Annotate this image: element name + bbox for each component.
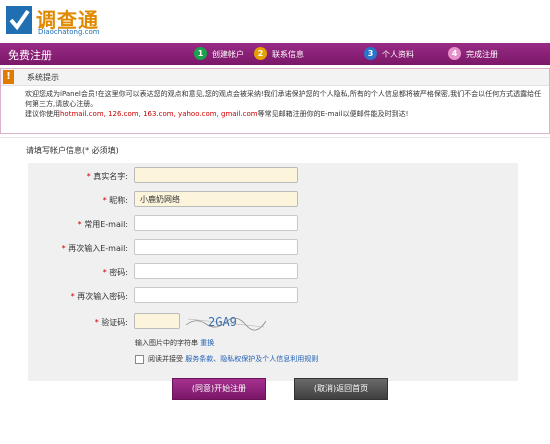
field-real-name: * 真实名字:: [28, 165, 518, 187]
step-number: 2: [254, 47, 267, 60]
header-bar: 免费注册 1 创建帐户 2 联系信息 3 个人资料 4 完成注册: [0, 43, 550, 65]
real-name-input[interactable]: [134, 167, 298, 183]
field-label: * 真实名字:: [86, 172, 128, 181]
cancel-button[interactable]: (取消)返回首页: [294, 378, 388, 400]
step-number: 4: [448, 47, 461, 60]
field-label: * 再次输入密码:: [70, 292, 128, 301]
field-label: * 常用E-mail:: [77, 220, 128, 229]
field-email: * 常用E-mail:: [28, 213, 518, 235]
captcha-refresh-hint: 输入图片中的字符串 重换: [135, 339, 215, 347]
step-label: 完成注册: [466, 50, 498, 59]
divider: [0, 137, 550, 138]
field-label: * 验证码:: [94, 318, 128, 327]
captcha-image: 2GA9: [186, 315, 266, 331]
page-title: 免费注册: [8, 49, 52, 62]
system-notice: ! 系统提示 欢迎您成为iPanel会员!在这里你可以表达您的观点和意见,您的观…: [0, 68, 550, 134]
captcha-refresh-link[interactable]: 重换: [200, 339, 214, 347]
notice-text: 欢迎您成为iPanel会员!在这里你可以表达您的观点和意见,您的观点会被采纳!我…: [25, 89, 545, 119]
password-input[interactable]: [134, 263, 298, 279]
field-label: * 昵称:: [102, 196, 128, 205]
logo-domain: Diaochatong.com: [38, 28, 100, 36]
notice-suggestion-suffix: 等常见邮箱注册你的E-mail以便邮件能及时到达!: [257, 110, 409, 118]
notice-suggestion-prefix: 建议你使用: [25, 110, 60, 118]
field-captcha: * 验证码: 2GA9: [28, 311, 518, 333]
registration-form: * 真实名字: * 昵称: 小鹿奶网络 * 常用E-mail: * 再次输入E-…: [28, 163, 518, 381]
step-label: 联系信息: [272, 50, 304, 59]
logo[interactable]: 调查通 Diaochatong.com: [6, 4, 146, 38]
notice-email-list: hotmail.com, 126.com, 163.com, yahoo.com…: [60, 110, 258, 118]
step-number: 3: [364, 47, 377, 60]
captcha-text: 2GA9: [208, 315, 237, 329]
password-confirm-input[interactable]: [134, 287, 298, 303]
agree-text: 阅读并接受: [148, 355, 183, 363]
warning-icon: !: [3, 70, 14, 84]
field-password: * 密码:: [28, 261, 518, 283]
email-input[interactable]: [134, 215, 298, 231]
terms-link[interactable]: 服务条款、隐私权保护及个人信息利用规则: [185, 355, 318, 363]
notice-email-suggestion: 建议你使用hotmail.com, 126.com, 163.com, yaho…: [25, 109, 545, 119]
step-number: 1: [194, 47, 207, 60]
field-email-confirm: * 再次输入E-mail:: [28, 237, 518, 259]
nickname-input[interactable]: 小鹿奶网络: [134, 191, 298, 207]
captcha-input[interactable]: [134, 313, 180, 329]
field-nickname: * 昵称: 小鹿奶网络: [28, 189, 518, 211]
form-section-title: 请填写帐户信息(* 必须填): [26, 146, 119, 155]
agreement: 阅读并接受 服务条款、隐私权保护及个人信息利用规则: [135, 354, 318, 364]
agree-checkbox[interactable]: [135, 354, 144, 364]
step-label: 个人资料: [382, 50, 414, 59]
email-confirm-input[interactable]: [134, 239, 298, 255]
step-label: 创建帐户: [212, 50, 244, 59]
notice-title: 系统提示: [27, 73, 59, 82]
field-password-confirm: * 再次输入密码:: [28, 285, 518, 307]
notice-main-text: 欢迎您成为iPanel会员!在这里你可以表达您的观点和意见,您的观点会被采纳!我…: [25, 90, 542, 108]
register-button[interactable]: (同意)开始注册: [172, 378, 266, 400]
logo-check-icon: [6, 6, 32, 34]
notice-header: ! 系统提示: [1, 69, 549, 86]
field-label: * 密码:: [102, 268, 128, 277]
field-label: * 再次输入E-mail:: [61, 244, 128, 253]
